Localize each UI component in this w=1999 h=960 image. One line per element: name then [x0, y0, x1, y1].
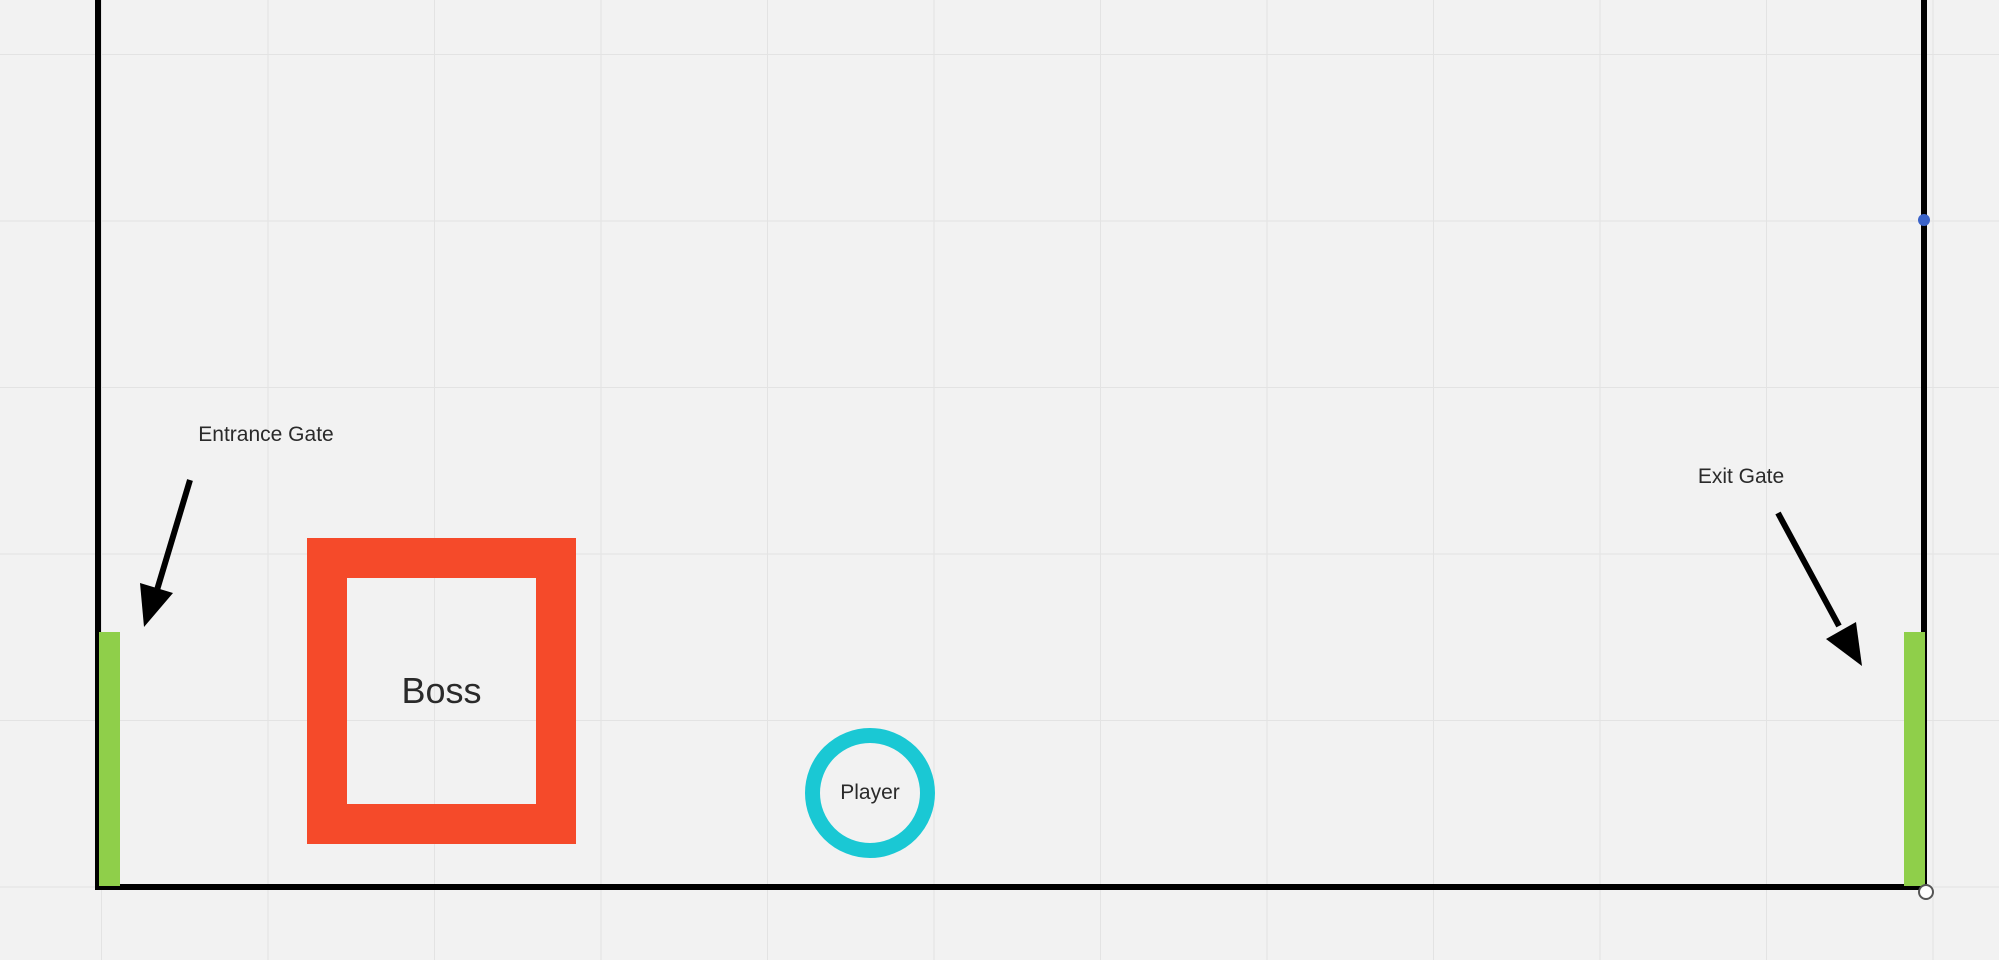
- exit-arrow[interactable]: [1775, 511, 1862, 666]
- selection-handle-corner[interactable]: [1918, 884, 1934, 900]
- selection-handle-top[interactable]: [1918, 214, 1930, 226]
- exit-gate[interactable]: [1904, 632, 1925, 886]
- exit-arrow-head: [1826, 622, 1862, 666]
- entrance-arrow-shaft: [154, 479, 193, 591]
- boss-label: Boss: [401, 670, 482, 711]
- entrance-gate-label[interactable]: Entrance Gate: [198, 423, 333, 447]
- entrance-gate[interactable]: [99, 632, 120, 886]
- entrance-arrow-head: [140, 583, 173, 627]
- entrance-arrow[interactable]: [140, 479, 193, 627]
- exit-gate-label[interactable]: Exit Gate: [1698, 465, 1784, 489]
- diagram-canvas[interactable]: Entrance Gate Exit Gate Boss Player: [0, 0, 1999, 960]
- arena-bottom-wall[interactable]: [95, 884, 1927, 890]
- exit-arrow-shaft: [1775, 511, 1842, 628]
- player-label: Player: [840, 781, 900, 804]
- player-circle[interactable]: Player: [805, 728, 935, 858]
- boss-box[interactable]: Boss: [307, 538, 576, 844]
